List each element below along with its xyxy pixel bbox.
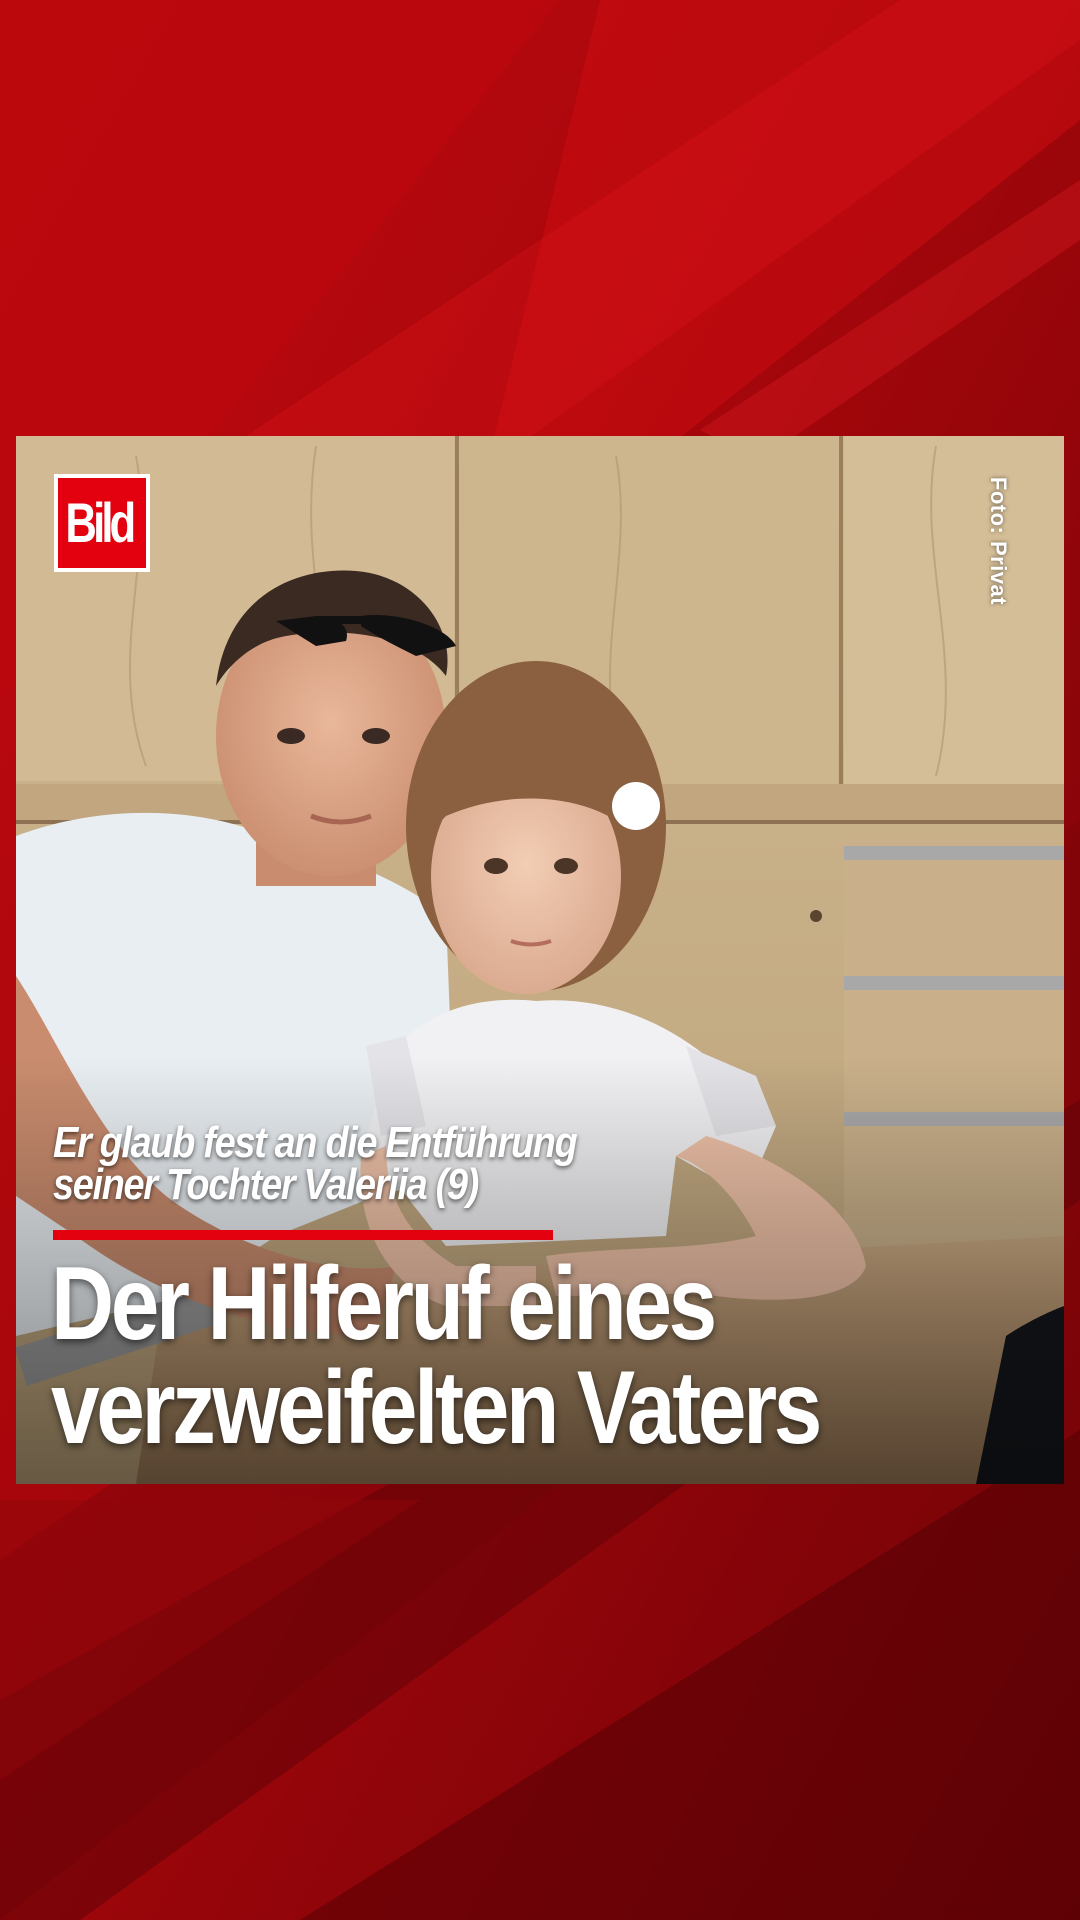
headline-line-2: verzweifelten Vaters: [51, 1350, 822, 1466]
photo-credit: Foto: Privat: [978, 476, 1018, 606]
kicker-line-1: Er glaub fest an die Entführung: [53, 1118, 578, 1167]
kicker-line-2: seiner Tochter Valeriia (9): [53, 1160, 479, 1209]
bild-logo: Bild: [54, 474, 150, 572]
bild-logo-text: Bild: [65, 491, 137, 554]
story-headline: Der Hilferuf eines verzweifelten Vaters: [51, 1252, 1051, 1460]
headline-line-1: Der Hilferuf eines: [51, 1246, 717, 1362]
story-image-card[interactable]: Bild Foto: Privat Er glaub fest an die E…: [16, 436, 1064, 1484]
kicker-underline: [53, 1230, 553, 1240]
photo-credit-text: Foto: Privat: [986, 476, 1012, 606]
story-kicker: Er glaub fest an die Entführung seiner T…: [53, 1118, 953, 1209]
